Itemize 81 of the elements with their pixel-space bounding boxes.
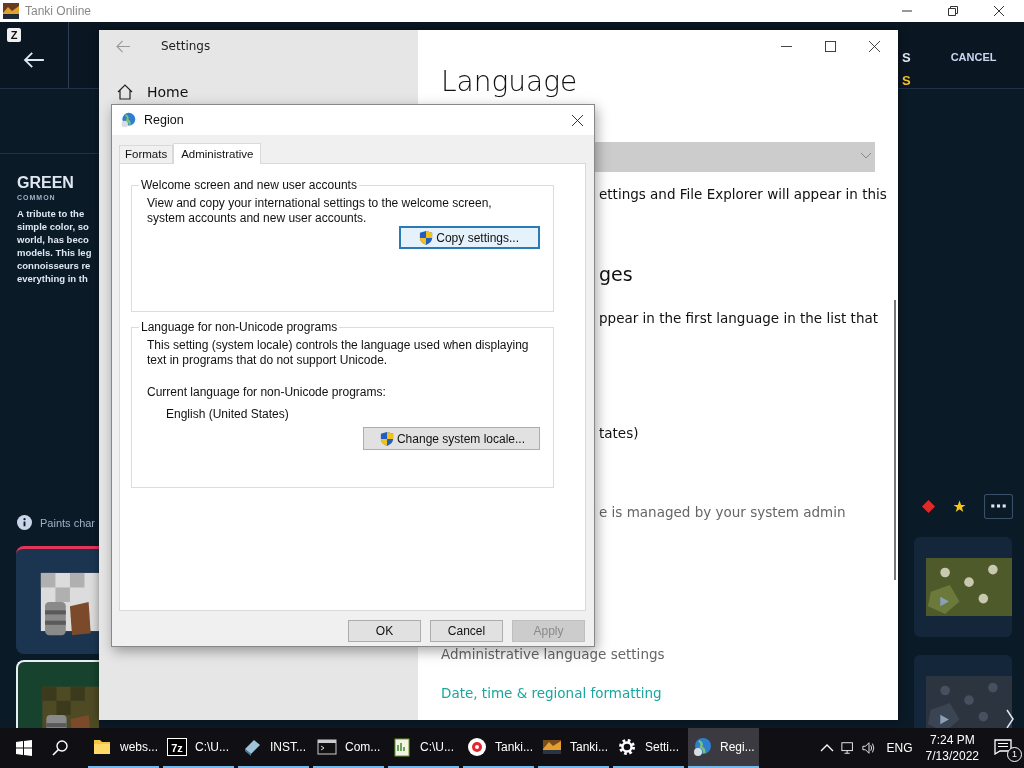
more-button[interactable]	[984, 494, 1013, 519]
info-icon	[17, 515, 32, 530]
folder-icon	[92, 737, 112, 757]
taskbar-app-button[interactable]: Tanki...	[538, 728, 609, 768]
chevron-down-icon	[861, 153, 871, 159]
taskbar-app-button[interactable]: Setti...	[613, 728, 684, 768]
restore-icon[interactable]	[948, 6, 958, 16]
dialog-title: Region	[144, 113, 184, 127]
taskbar-app-button[interactable]: Regi...	[688, 728, 759, 768]
map-card[interactable]	[914, 537, 1012, 637]
description-line: simple color, so	[17, 220, 90, 233]
shield-icon	[379, 430, 394, 447]
next-chevron-icon[interactable]	[1006, 709, 1014, 728]
globe-icon	[692, 737, 712, 757]
paint-name: GREEN	[17, 174, 75, 192]
network-icon[interactable]	[840, 741, 855, 755]
managed-note: e is managed by your system admin	[599, 503, 846, 522]
cancel-button[interactable]: CANCEL	[950, 51, 997, 63]
hotkey-badge: Z	[7, 28, 21, 42]
close-icon[interactable]	[994, 6, 1004, 16]
group-title: Language for non-Unicode programs	[140, 320, 339, 334]
description-line: connoisseurs re	[17, 259, 92, 272]
taskbar-app-button[interactable]: C:\U...	[388, 728, 459, 768]
home-icon[interactable]	[117, 84, 133, 100]
input-language-indicator[interactable]: ENG	[886, 741, 913, 755]
shield-button[interactable]: Change system locale...	[362, 427, 540, 450]
shield-icon	[419, 229, 434, 246]
taskbar-app-button[interactable]: Tanki...	[463, 728, 534, 768]
close-icon[interactable]	[869, 40, 880, 52]
taskbar-app-button[interactable]: INST...	[238, 728, 309, 768]
window-title: Settings	[161, 39, 211, 53]
installer-icon	[242, 737, 262, 757]
game-app-icon	[3, 3, 19, 19]
description-line: A tribute to the	[17, 207, 86, 220]
group-title: Welcome screen and new user accounts	[140, 178, 358, 192]
browser-icon	[467, 737, 487, 757]
notification-icon[interactable]	[994, 739, 1012, 755]
tab[interactable]: Formats	[119, 145, 174, 163]
search-icon[interactable]	[52, 740, 68, 756]
archive-icon: 7z	[167, 738, 187, 756]
clock-date[interactable]: 7/13/2022	[925, 748, 979, 764]
page-heading: Language	[441, 64, 578, 100]
maximize-icon[interactable]	[825, 40, 836, 52]
description-line: everything in th	[17, 272, 89, 285]
tab[interactable]: Administrative	[173, 143, 262, 164]
current-language-label: Current language for non-Unicode programs:	[147, 385, 387, 399]
related-link[interactable]: Administrative language settings	[441, 644, 665, 664]
app-title: Tanki Online	[25, 4, 92, 18]
notice-text: Paints char	[40, 516, 96, 529]
star-icon[interactable]	[953, 500, 966, 513]
shield-button[interactable]: Copy settings...	[399, 226, 540, 249]
group-description: This setting (system locale) controls the language used when displaying text in programs that do not support Unicode.	[147, 338, 530, 368]
description-text: ettings and File Explorer will appear in this	[599, 185, 887, 204]
header-subtitle: S	[902, 73, 911, 88]
taskbar-app-button[interactable]: Com...	[313, 728, 384, 768]
dialog-button[interactable]: OK	[348, 620, 421, 642]
language-name: tates)	[599, 424, 639, 443]
header-title: S	[902, 50, 911, 65]
volume-icon[interactable]	[861, 741, 876, 755]
close-icon[interactable]	[572, 114, 583, 126]
description-text: ppear in the first language in the list that	[599, 309, 878, 328]
notepad-icon	[392, 737, 412, 757]
gear-icon	[617, 737, 637, 757]
diamond-icon[interactable]	[922, 500, 935, 513]
taskbar-app-button[interactable]: 7z C:\U...	[163, 728, 234, 768]
dialog-button[interactable]: Cancel	[430, 620, 503, 642]
current-language-value: English (United States)	[166, 407, 290, 421]
globe-icon	[120, 112, 136, 128]
clock-time[interactable]: 7:24 PM	[929, 732, 975, 748]
start-icon[interactable]	[16, 740, 32, 756]
console-icon	[317, 737, 337, 757]
taskbar-app-button[interactable]: webs...	[88, 728, 159, 768]
section-heading: ges	[599, 262, 633, 286]
group-description: View and copy your international settings to the welcome screen, system accounts and new user accounts.	[147, 196, 493, 226]
description-line: models. This leg	[17, 246, 93, 259]
paint-card[interactable]	[16, 546, 99, 654]
scrollbar[interactable]	[894, 300, 896, 580]
notification-count-badge: 1	[1007, 747, 1022, 762]
nav-item[interactable]: Home	[147, 84, 189, 100]
description-line: world, has beco	[17, 233, 90, 246]
game-icon	[542, 737, 562, 757]
